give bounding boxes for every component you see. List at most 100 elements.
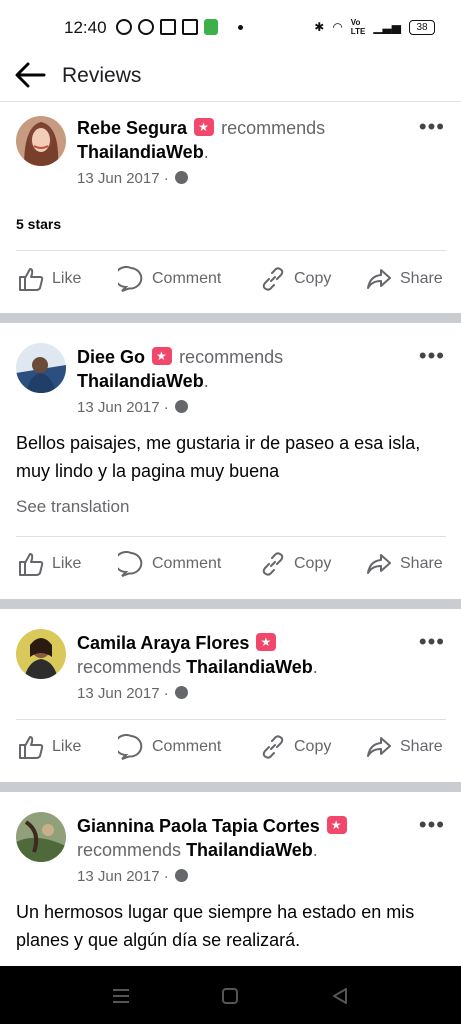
date-label: 13 Jun 2017 — [77, 868, 160, 885]
thumbs-up-icon — [19, 553, 44, 576]
comment-label: Comment — [152, 555, 222, 572]
action-bar: Like Comment Copy Share — [0, 266, 461, 296]
review-text: Un hermosos lugar que siempre ha estado … — [16, 902, 415, 950]
page-title: Reviews — [62, 64, 142, 87]
share-label: Share — [400, 738, 443, 755]
page-name[interactable]: ThailandiaWeb — [77, 142, 204, 162]
date-label: 13 Jun 2017 — [77, 399, 160, 416]
like-button[interactable]: Like — [18, 266, 81, 292]
review-card: Camila Araya Flores recommends Thailandi… — [0, 609, 461, 781]
thumbs-up-icon — [19, 268, 44, 291]
copy-button[interactable]: Copy — [260, 734, 331, 760]
recommend-badge-icon — [194, 118, 215, 136]
recommend-badge-icon — [152, 347, 173, 365]
notification-icons — [116, 19, 243, 35]
system-nav-bar — [0, 966, 461, 1024]
back-icon[interactable] — [332, 988, 348, 1004]
comment-button[interactable]: Comment — [118, 734, 221, 760]
signal-icon: ▁▃▅ — [373, 20, 401, 34]
copy-label: Copy — [294, 270, 332, 287]
podcast-icon — [116, 19, 132, 35]
line-app-icon — [138, 19, 154, 35]
volte-icon: Vo LTE — [350, 18, 366, 36]
comment-label: Comment — [152, 738, 222, 755]
section-separator — [0, 599, 461, 609]
page-name[interactable]: ThailandiaWeb — [77, 371, 204, 391]
section-separator — [0, 313, 461, 323]
divider — [16, 536, 446, 537]
share-label: Share — [400, 270, 443, 287]
globe-icon — [174, 400, 188, 413]
comment-button[interactable]: Comment — [118, 266, 221, 292]
bluetooth-icon: ✱ — [314, 20, 325, 34]
share-button[interactable]: Share — [366, 551, 443, 577]
avatar[interactable] — [16, 116, 66, 166]
copy-button[interactable]: Copy — [260, 266, 331, 292]
share-button[interactable]: Share — [366, 266, 443, 292]
more-options-icon[interactable]: ••• — [419, 631, 445, 653]
home-icon[interactable] — [222, 988, 238, 1004]
comment-icon — [118, 734, 143, 760]
page-name[interactable]: ThailandiaWeb — [186, 840, 313, 860]
avatar[interactable] — [16, 812, 66, 862]
review-card: Rebe Segura recommends ThailandiaWeb. 13… — [0, 102, 461, 312]
copy-button[interactable]: Copy — [260, 551, 331, 577]
app-bar: Reviews — [0, 56, 461, 102]
status-time: 12:40 — [64, 18, 107, 37]
avatar[interactable] — [16, 343, 66, 393]
divider — [16, 250, 446, 251]
like-label: Like — [52, 738, 82, 755]
recommend-badge-icon — [326, 816, 347, 834]
review-date[interactable]: 13 Jun 2017 · — [77, 685, 188, 702]
reviewer-name[interactable]: Rebe Segura — [77, 118, 187, 138]
thai-app-icon — [182, 19, 198, 35]
like-button[interactable]: Like — [18, 734, 81, 760]
review-date[interactable]: 13 Jun 2017 · — [77, 868, 188, 885]
comment-button[interactable]: Comment — [118, 551, 221, 577]
avatar[interactable] — [16, 629, 66, 679]
share-icon — [367, 737, 391, 757]
review-date[interactable]: 13 Jun 2017 · — [77, 399, 188, 416]
reviewer-name[interactable]: Giannina Paola Tapia Cortes — [77, 816, 320, 836]
more-options-icon[interactable]: ••• — [419, 116, 445, 138]
more-options-icon[interactable]: ••• — [419, 345, 445, 367]
share-button[interactable]: Share — [366, 734, 443, 760]
review-header: Diee Go recommends ThailandiaWeb. — [77, 345, 407, 393]
like-label: Like — [52, 555, 82, 572]
more-notifications-icon — [238, 24, 243, 30]
section-separator — [0, 782, 461, 792]
action-bar: Like Comment Copy Share — [0, 551, 461, 581]
share-icon — [367, 554, 391, 574]
share-label: Share — [400, 555, 443, 572]
share-icon — [367, 269, 391, 289]
review-header: Giannina Paola Tapia Cortes recommends T… — [77, 814, 407, 862]
link-icon — [262, 552, 284, 576]
recents-icon[interactable] — [112, 988, 130, 1004]
recommends-label: recommends — [221, 118, 326, 138]
wifi-icon: ◠ — [332, 20, 343, 34]
comment-icon — [118, 266, 143, 292]
reviewer-name[interactable]: Diee Go — [77, 347, 145, 367]
like-button[interactable]: Like — [18, 551, 81, 577]
back-arrow-icon[interactable] — [14, 62, 46, 88]
recommends-label: recommends — [179, 347, 284, 367]
see-translation-link[interactable]: See translation — [16, 497, 129, 517]
rating-label: 5 stars — [16, 216, 62, 232]
review-text: Bellos paisajes, me gustaria ir de paseo… — [16, 433, 421, 481]
review-card: Diee Go recommends ThailandiaWeb. 13 Jun… — [0, 323, 461, 598]
reviewer-name[interactable]: Camila Araya Flores — [77, 633, 249, 653]
review-date[interactable]: 13 Jun 2017 · — [77, 170, 188, 187]
status-bar: 12:40 ✱ ◠ Vo LTE ▁▃▅ 38 — [0, 0, 461, 56]
recommends-label: recommends — [77, 840, 182, 860]
android-app-icon — [204, 19, 218, 35]
page-name[interactable]: ThailandiaWeb — [186, 657, 313, 677]
battery-icon: 38 — [409, 19, 435, 35]
copy-label: Copy — [294, 555, 332, 572]
recommend-badge-icon — [256, 633, 277, 651]
link-icon — [262, 267, 284, 291]
more-options-icon[interactable]: ••• — [419, 814, 445, 836]
date-label: 13 Jun 2017 — [77, 170, 160, 187]
comment-icon — [118, 551, 143, 577]
comment-label: Comment — [152, 270, 222, 287]
system-icons: ✱ ◠ Vo LTE ▁▃▅ 38 — [314, 18, 435, 36]
